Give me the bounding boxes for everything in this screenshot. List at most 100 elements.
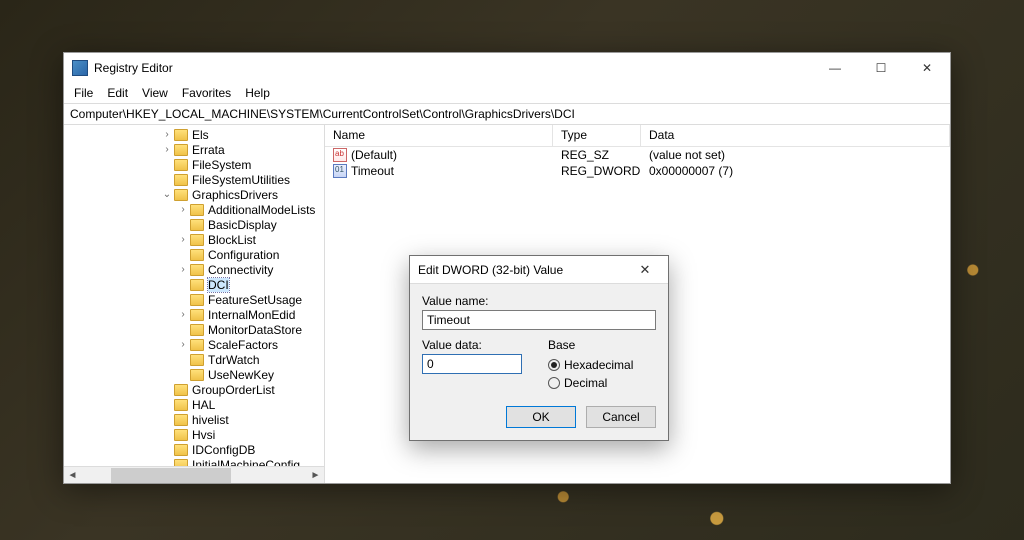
tree-item-label: hivelist bbox=[192, 413, 229, 427]
folder-icon bbox=[174, 444, 188, 456]
tree-item[interactable]: › Els bbox=[64, 127, 324, 142]
radio-hexadecimal[interactable]: Hexadecimal bbox=[548, 356, 656, 374]
tree-item[interactable]: › Errata bbox=[64, 142, 324, 157]
tree-item-label: FeatureSetUsage bbox=[208, 293, 302, 307]
chevron-right-icon[interactable]: › bbox=[160, 144, 174, 155]
tree-item[interactable]: Configuration bbox=[64, 247, 324, 262]
tree-item[interactable]: MonitorDataStore bbox=[64, 322, 324, 337]
tree-item[interactable]: DCI bbox=[64, 277, 324, 292]
tree-item-label: IDConfigDB bbox=[192, 443, 255, 457]
tree-item[interactable]: ⌄ GraphicsDrivers bbox=[64, 187, 324, 202]
tree-item-label: AdditionalModeLists bbox=[208, 203, 315, 217]
tree-item[interactable]: ›InternalMonEdid bbox=[64, 307, 324, 322]
tree-item-label: ScaleFactors bbox=[208, 338, 278, 352]
menu-favorites[interactable]: Favorites bbox=[176, 85, 237, 101]
tree-item[interactable]: › ScaleFactors bbox=[64, 337, 324, 352]
value-data-field[interactable] bbox=[422, 354, 522, 374]
col-type[interactable]: Type bbox=[553, 125, 641, 146]
chevron-down-icon[interactable]: ⌄ bbox=[160, 189, 174, 200]
menu-help[interactable]: Help bbox=[239, 85, 276, 101]
close-button[interactable]: ✕ bbox=[904, 53, 950, 83]
tree-item-label: TdrWatch bbox=[208, 353, 260, 367]
tree-h-scrollbar[interactable]: ◄ ► bbox=[64, 466, 324, 483]
list-row[interactable]: (Default)REG_SZ(value not set) bbox=[325, 147, 950, 163]
cancel-button[interactable]: Cancel bbox=[586, 406, 656, 428]
tree-item[interactable]: hivelist bbox=[64, 412, 324, 427]
folder-icon bbox=[174, 144, 188, 156]
value-name-label: Value name: bbox=[422, 294, 656, 308]
tree-item[interactable]: FileSystemUtilities bbox=[64, 172, 324, 187]
address-bar[interactable]: Computer\HKEY_LOCAL_MACHINE\SYSTEM\Curre… bbox=[64, 103, 950, 125]
radio-decimal[interactable]: Decimal bbox=[548, 374, 656, 392]
scroll-left-icon[interactable]: ◄ bbox=[64, 467, 81, 484]
tree-item-label: Errata bbox=[192, 143, 225, 157]
folder-icon bbox=[174, 159, 188, 171]
folder-icon bbox=[190, 279, 204, 291]
folder-icon bbox=[174, 429, 188, 441]
radio-hex-label: Hexadecimal bbox=[564, 358, 633, 372]
tree-item-label: BasicDisplay bbox=[208, 218, 277, 232]
tree-item[interactable]: TdrWatch bbox=[64, 352, 324, 367]
folder-icon bbox=[190, 234, 204, 246]
tree-pane[interactable]: › Els › ErrataFileSystemFileSystemUtilities… bbox=[64, 125, 325, 483]
tree-item-label: GroupOrderList bbox=[192, 383, 275, 397]
folder-icon bbox=[190, 324, 204, 336]
base-label: Base bbox=[548, 338, 656, 352]
tree-item-label: FileSystemUtilities bbox=[192, 173, 290, 187]
value-name-field[interactable] bbox=[422, 310, 656, 330]
tree-item[interactable]: HAL bbox=[64, 397, 324, 412]
folder-icon bbox=[174, 189, 188, 201]
ok-button[interactable]: OK bbox=[506, 406, 576, 428]
tree-item[interactable]: GroupOrderList bbox=[64, 382, 324, 397]
tree-item[interactable]: › Connectivity bbox=[64, 262, 324, 277]
folder-icon bbox=[190, 354, 204, 366]
titlebar[interactable]: Registry Editor ― ☐ ✕ bbox=[64, 53, 950, 83]
registry-editor-window: Registry Editor ― ☐ ✕ File Edit View Fav… bbox=[63, 52, 951, 484]
folder-icon bbox=[174, 399, 188, 411]
value-type: REG_SZ bbox=[553, 148, 641, 162]
tree-item-label: Connectivity bbox=[208, 263, 273, 277]
tree-item[interactable]: IDConfigDB bbox=[64, 442, 324, 457]
radio-icon bbox=[548, 359, 560, 371]
chevron-right-icon[interactable]: › bbox=[176, 264, 190, 275]
tree-item[interactable]: › BlockList bbox=[64, 232, 324, 247]
chevron-right-icon[interactable]: › bbox=[176, 309, 190, 320]
value-data: (value not set) bbox=[641, 148, 950, 162]
scroll-thumb[interactable] bbox=[111, 468, 231, 483]
value-type: REG_DWORD bbox=[553, 164, 641, 178]
menu-edit[interactable]: Edit bbox=[101, 85, 134, 101]
chevron-right-icon[interactable]: › bbox=[176, 234, 190, 245]
col-name[interactable]: Name bbox=[325, 125, 553, 146]
list-row[interactable]: TimeoutREG_DWORD0x00000007 (7) bbox=[325, 163, 950, 179]
tree-item[interactable]: FeatureSetUsage bbox=[64, 292, 324, 307]
dialog-close-icon[interactable]: ✕ bbox=[630, 262, 660, 278]
list-header[interactable]: Name Type Data bbox=[325, 125, 950, 147]
col-data[interactable]: Data bbox=[641, 125, 950, 146]
tree-item[interactable]: UseNewKey bbox=[64, 367, 324, 382]
menu-file[interactable]: File bbox=[68, 85, 99, 101]
window-title: Registry Editor bbox=[94, 61, 173, 75]
tree-item-label: BlockList bbox=[208, 233, 256, 247]
scroll-right-icon[interactable]: ► bbox=[307, 467, 324, 484]
tree-item[interactable]: FileSystem bbox=[64, 157, 324, 172]
tree-item[interactable]: InitialMachineConfig bbox=[64, 457, 324, 466]
tree-item[interactable]: Hvsi bbox=[64, 427, 324, 442]
dialog-titlebar[interactable]: Edit DWORD (32-bit) Value ✕ bbox=[410, 256, 668, 284]
chevron-right-icon[interactable]: › bbox=[176, 339, 190, 350]
dword-value-icon bbox=[333, 164, 347, 178]
tree-item-label: Els bbox=[192, 128, 209, 142]
tree-item[interactable]: › AdditionalModeLists bbox=[64, 202, 324, 217]
chevron-right-icon[interactable]: › bbox=[176, 204, 190, 215]
app-icon bbox=[72, 60, 88, 76]
minimize-button[interactable]: ― bbox=[812, 53, 858, 83]
maximize-button[interactable]: ☐ bbox=[858, 53, 904, 83]
menu-view[interactable]: View bbox=[136, 85, 174, 101]
folder-icon bbox=[190, 264, 204, 276]
folder-icon bbox=[174, 174, 188, 186]
folder-icon bbox=[190, 294, 204, 306]
tree-item[interactable]: BasicDisplay bbox=[64, 217, 324, 232]
chevron-right-icon[interactable]: › bbox=[160, 129, 174, 140]
tree-item-label: Hvsi bbox=[192, 428, 215, 442]
value-data: 0x00000007 (7) bbox=[641, 164, 950, 178]
tree-item-label: GraphicsDrivers bbox=[192, 188, 278, 202]
